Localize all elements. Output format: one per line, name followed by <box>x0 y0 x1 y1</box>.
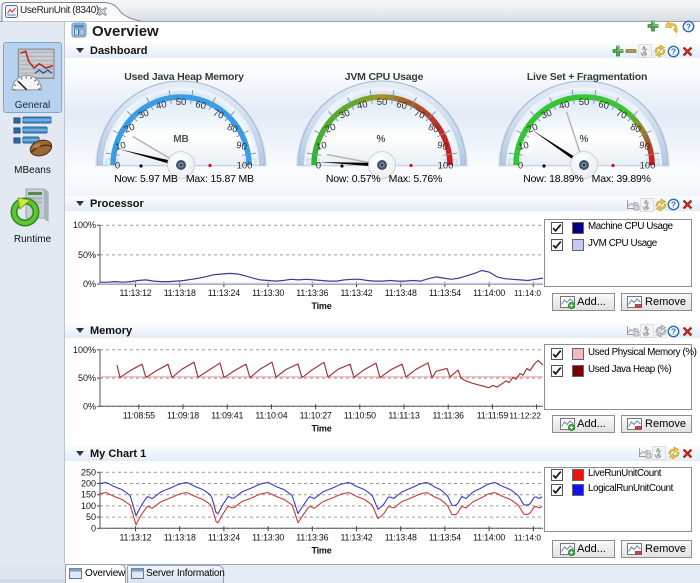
svg-text:150: 150 <box>81 490 96 500</box>
svg-text:50%: 50% <box>78 250 96 260</box>
svg-text:0: 0 <box>518 161 523 172</box>
svg-text:100%: 100% <box>73 345 96 355</box>
svg-text:50: 50 <box>579 97 590 108</box>
svg-text:11:13:48: 11:13:48 <box>385 532 417 542</box>
svg-text:11:11:36: 11:11:36 <box>433 410 465 420</box>
svg-text:11:13:42: 11:13:42 <box>341 532 373 542</box>
svg-text:?: ? <box>671 326 676 336</box>
svg-text:50%: 50% <box>78 373 96 383</box>
svg-text:11:13:54: 11:13:54 <box>429 532 461 542</box>
svg-text:11:14:00: 11:14:00 <box>473 288 505 298</box>
svg-text:11:14:0: 11:14:0 <box>514 532 541 542</box>
svg-text:11:13:30: 11:13:30 <box>252 532 284 542</box>
svg-text:?: ? <box>671 199 676 209</box>
svg-text:11:11:59: 11:11:59 <box>477 410 509 420</box>
svg-text:Time: Time <box>311 301 331 311</box>
svg-text:11:13:54: 11:13:54 <box>429 288 461 298</box>
svg-text:?: ? <box>671 46 676 56</box>
svg-text:100: 100 <box>438 161 454 172</box>
svg-text:11:13:12: 11:13:12 <box>120 288 152 298</box>
svg-text:Time: Time <box>311 423 331 433</box>
svg-text:11:08:55: 11:08:55 <box>123 410 155 420</box>
svg-text:11:13:42: 11:13:42 <box>341 288 373 298</box>
svg-text:11:13:18: 11:13:18 <box>164 532 196 542</box>
svg-text:0: 0 <box>115 161 120 172</box>
svg-text:11:13:30: 11:13:30 <box>252 288 284 298</box>
svg-text:11:13:24: 11:13:24 <box>208 532 240 542</box>
svg-text:100: 100 <box>640 161 656 172</box>
svg-text:11:13:36: 11:13:36 <box>296 288 328 298</box>
svg-text:250: 250 <box>81 467 96 477</box>
svg-text:11:13:36: 11:13:36 <box>296 532 328 542</box>
svg-text:11:14:0: 11:14:0 <box>514 288 541 298</box>
svg-text:200: 200 <box>81 479 96 489</box>
svg-text:50: 50 <box>86 512 96 522</box>
svg-text:11:10:27: 11:10:27 <box>300 410 332 420</box>
svg-text:11:13:24: 11:13:24 <box>208 288 240 298</box>
svg-text:0%: 0% <box>83 401 96 411</box>
svg-text:11:13:12: 11:13:12 <box>120 532 152 542</box>
svg-text:50: 50 <box>377 97 388 108</box>
svg-text:11:14:00: 11:14:00 <box>473 532 505 542</box>
svg-text:?: ? <box>686 21 691 31</box>
svg-text:11:10:50: 11:10:50 <box>344 410 376 420</box>
svg-text:100: 100 <box>237 161 253 172</box>
svg-text:11:09:41: 11:09:41 <box>211 410 243 420</box>
svg-text:11:12:22: 11:12:22 <box>509 410 541 420</box>
svg-text:11:13:48: 11:13:48 <box>385 288 417 298</box>
svg-text:11:09:18: 11:09:18 <box>167 410 199 420</box>
svg-text:0%: 0% <box>83 279 96 289</box>
svg-text:11:13:18: 11:13:18 <box>164 288 196 298</box>
svg-text:11:10:04: 11:10:04 <box>255 410 287 420</box>
svg-text:100: 100 <box>81 501 96 511</box>
svg-text:0: 0 <box>91 523 96 533</box>
svg-text:50: 50 <box>176 97 187 108</box>
svg-text:100%: 100% <box>73 220 96 230</box>
svg-text:11:11:13: 11:11:13 <box>388 410 420 420</box>
svg-text:Time: Time <box>311 545 331 555</box>
